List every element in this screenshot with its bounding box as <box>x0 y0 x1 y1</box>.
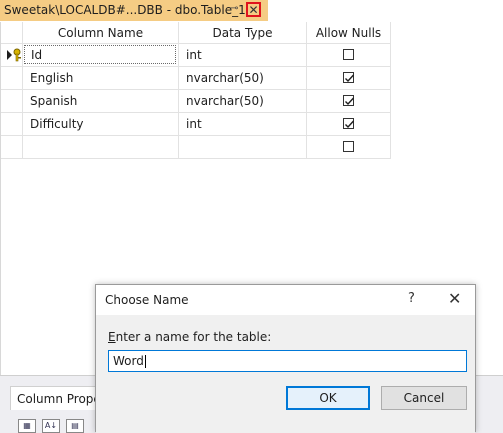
categorized-icon[interactable]: ▦ <box>18 419 36 433</box>
allow-nulls-cell[interactable] <box>307 44 391 67</box>
data-type-cell[interactable]: int <box>179 44 307 67</box>
help-button[interactable]: ? <box>408 291 415 306</box>
cancel-button[interactable]: Cancel <box>381 386 467 410</box>
property-pages-icon[interactable]: ▤ <box>66 419 84 433</box>
allow-nulls-cell[interactable] <box>307 113 391 136</box>
row-selector[interactable] <box>1 67 23 90</box>
column-name-cell[interactable]: Difficulty <box>23 113 179 136</box>
data-type-cell[interactable] <box>179 136 307 159</box>
row-selector-header <box>1 22 23 44</box>
prompt-accesskey: E <box>108 330 116 344</box>
column-name-cell[interactable]: Spanish <box>23 90 179 113</box>
primary-key-icon <box>7 48 21 62</box>
allow-nulls-cell[interactable] <box>307 136 391 159</box>
alphabetical-icon[interactable]: A↓ <box>42 419 60 433</box>
table-name-input[interactable]: Word <box>108 350 467 372</box>
choose-name-dialog: Choose Name ? ✕ Enter a name for the tab… <box>95 284 476 433</box>
close-icon: ✕ <box>248 2 259 17</box>
checkmark-icon <box>345 74 355 83</box>
document-tab[interactable]: Sweetak\LOCALDB#...DBB - dbo.Table_1* ⊸ … <box>0 0 268 21</box>
dialog-close-button[interactable]: ✕ <box>448 289 461 308</box>
column-name-cell[interactable]: Id <box>23 44 179 67</box>
allow-nulls-header: Allow Nulls <box>307 22 391 44</box>
column-name-cell[interactable] <box>23 136 179 159</box>
dialog-body: Enter a name for the table: Word OK Canc… <box>96 315 475 433</box>
row-selector[interactable] <box>1 113 23 136</box>
column-name-value: Id <box>24 45 176 64</box>
column-name-header: Column Name <box>23 22 179 44</box>
allow-nulls-checkbox[interactable] <box>343 95 355 106</box>
data-type-cell[interactable]: int <box>179 113 307 136</box>
row-selector[interactable] <box>1 136 23 159</box>
data-type-cell[interactable]: nvarchar(50) <box>179 90 307 113</box>
table-name-value: Word <box>113 354 144 368</box>
checkmark-icon <box>345 120 355 129</box>
row-selector[interactable] <box>1 90 23 113</box>
data-type-cell[interactable]: nvarchar(50) <box>179 67 307 90</box>
allow-nulls-checkbox[interactable] <box>343 72 355 83</box>
properties-toolbar: ▦ A↓ ▤ <box>18 419 84 433</box>
pin-icon[interactable]: ⊸ <box>230 3 238 14</box>
prompt-text: nter a name for the table: <box>115 330 272 344</box>
close-tab-button[interactable]: ✕ <box>246 2 261 17</box>
checkmark-icon <box>345 97 355 106</box>
data-type-header: Data Type <box>179 22 307 44</box>
allow-nulls-cell[interactable] <box>307 90 391 113</box>
column-name-cell[interactable]: English <box>23 67 179 90</box>
allow-nulls-checkbox[interactable] <box>343 118 355 129</box>
name-prompt-label: Enter a name for the table: <box>108 330 271 344</box>
ok-button[interactable]: OK <box>286 386 370 410</box>
allow-nulls-checkbox[interactable] <box>343 49 354 60</box>
dialog-title: Choose Name <box>105 293 189 307</box>
document-tab-title: Sweetak\LOCALDB#...DBB - dbo.Table_1* <box>4 2 252 17</box>
text-caret <box>144 354 146 368</box>
dialog-titlebar: Choose Name ? ✕ <box>96 285 475 315</box>
allow-nulls-checkbox[interactable] <box>343 141 354 152</box>
row-selector[interactable] <box>1 44 23 67</box>
allow-nulls-cell[interactable] <box>307 67 391 90</box>
document-tabstrip: Sweetak\LOCALDB#...DBB - dbo.Table_1* ⊸ … <box>0 0 503 22</box>
